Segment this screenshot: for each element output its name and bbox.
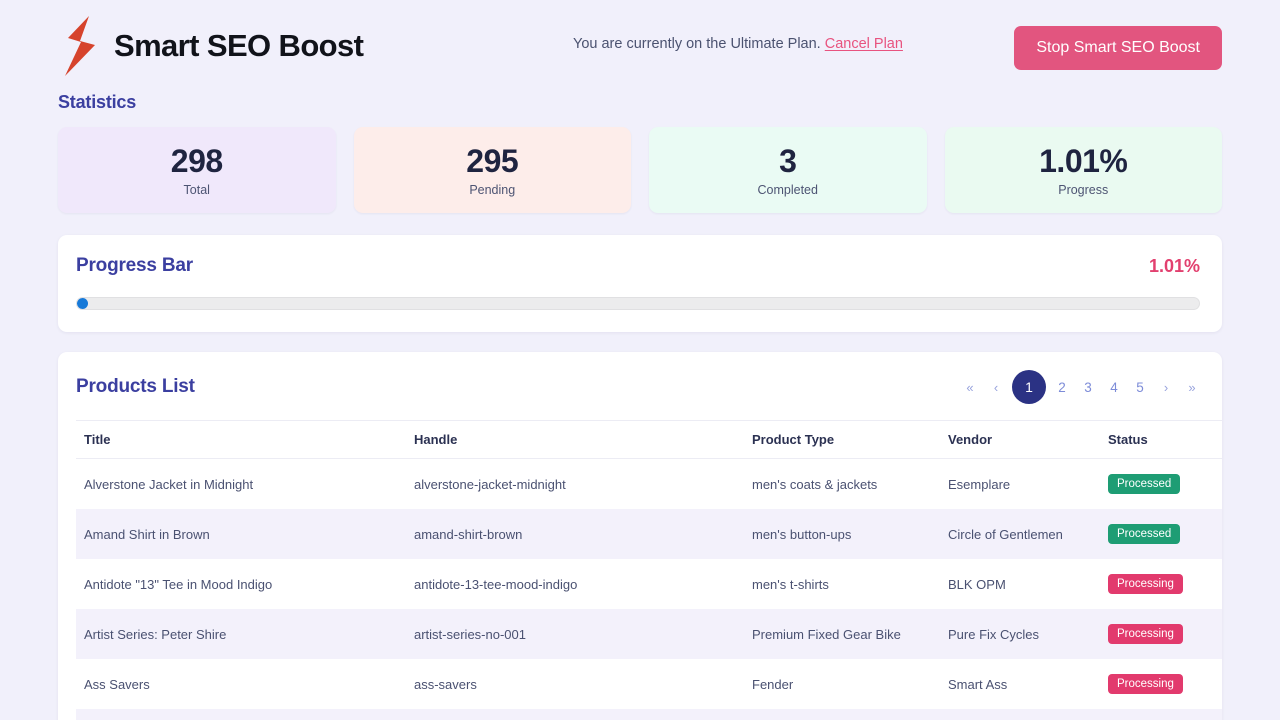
cell-product-type: Premium Fixed Gear Bike xyxy=(744,609,940,659)
column-header-product-type[interactable]: Product Type xyxy=(744,421,940,459)
pagination-first-button[interactable]: « xyxy=(960,377,980,397)
cell-vendor: Smart Ass xyxy=(940,659,1100,709)
status-badge: Processing xyxy=(1108,624,1183,644)
stat-value: 295 xyxy=(466,143,518,180)
statistics-section: Statistics 298 Total 295 Pending 3 Compl… xyxy=(58,92,1222,213)
products-table: Title Handle Product Type Vendor Status … xyxy=(76,420,1222,720)
cell-handle: atmos-helmet xyxy=(406,709,744,720)
brand: Smart SEO Boost xyxy=(58,15,363,77)
table-row[interactable]: Ass Saversass-saversFenderSmart Ass Proce… xyxy=(76,659,1222,709)
cell-status: Processing xyxy=(1100,559,1222,609)
cell-product-type: men's coats & jackets xyxy=(744,459,940,510)
table-row[interactable]: Atmos Helmetatmos-helmetHelmetGiroProces… xyxy=(76,709,1222,720)
cell-vendor: BLK OPM xyxy=(940,559,1100,609)
cell-handle: ass-savers xyxy=(406,659,744,709)
cell-handle: alverstone-jacket-midnight xyxy=(406,459,744,510)
table-row[interactable]: Artist Series: Peter Shireartist-series-… xyxy=(76,609,1222,659)
status-badge: Processing xyxy=(1108,674,1183,694)
plan-status-text: You are currently on the Ultimate Plan. xyxy=(573,36,821,52)
cell-title: Artist Series: Peter Shire xyxy=(76,609,406,659)
cancel-plan-link[interactable]: Cancel Plan xyxy=(825,36,903,52)
table-header-row: Title Handle Product Type Vendor Status xyxy=(76,421,1222,459)
products-header: Products List « ‹ 1 2 3 4 5 › » xyxy=(76,370,1204,420)
stat-value: 3 xyxy=(779,143,796,180)
stat-value: 298 xyxy=(171,143,223,180)
stat-label: Total xyxy=(184,183,210,197)
pagination-page-2[interactable]: 2 xyxy=(1052,377,1072,397)
progress-percent-label: 1.01% xyxy=(1149,256,1200,277)
progress-bar-card: Progress Bar 1.01% xyxy=(58,235,1222,332)
products-list-title: Products List xyxy=(76,376,195,398)
stat-label: Completed xyxy=(758,183,818,197)
stat-card-completed: 3 Completed xyxy=(649,127,927,213)
cell-status: Processing xyxy=(1100,659,1222,709)
table-row[interactable]: Alverstone Jacket in Midnightalverstone-… xyxy=(76,459,1222,510)
cell-product-type: Fender xyxy=(744,659,940,709)
app-header: Smart SEO Boost You are currently on the… xyxy=(58,0,1222,92)
cell-handle: artist-series-no-001 xyxy=(406,609,744,659)
table-row[interactable]: Amand Shirt in Brownamand-shirt-brownmen… xyxy=(76,509,1222,559)
column-header-status[interactable]: Status xyxy=(1100,421,1222,459)
pagination-page-4[interactable]: 4 xyxy=(1104,377,1124,397)
cell-handle: amand-shirt-brown xyxy=(406,509,744,559)
status-badge: Processing xyxy=(1108,574,1183,594)
cell-title: Alverstone Jacket in Midnight xyxy=(76,459,406,510)
app-page: Smart SEO Boost You are currently on the… xyxy=(0,0,1280,720)
pagination: « ‹ 1 2 3 4 5 › » xyxy=(960,370,1202,404)
products-list-card: Products List « ‹ 1 2 3 4 5 › » Title Ha… xyxy=(58,352,1222,720)
cell-status: Processed xyxy=(1100,509,1222,559)
plan-status-note: You are currently on the Ultimate Plan. … xyxy=(573,36,903,52)
pagination-next-button[interactable]: › xyxy=(1156,377,1176,397)
cell-status: Processing xyxy=(1100,609,1222,659)
cell-status: Processing xyxy=(1100,709,1222,720)
table-row[interactable]: Antidote "13" Tee in Mood Indigoantidote… xyxy=(76,559,1222,609)
pagination-page-3[interactable]: 3 xyxy=(1078,377,1098,397)
brand-title: Smart SEO Boost xyxy=(114,28,363,64)
pagination-last-button[interactable]: » xyxy=(1182,377,1202,397)
stat-card-pending: 295 Pending xyxy=(354,127,632,213)
column-header-title[interactable]: Title xyxy=(76,421,406,459)
stat-label: Pending xyxy=(469,183,515,197)
statistics-cards: 298 Total 295 Pending 3 Completed 1.01% … xyxy=(58,127,1222,213)
progress-fill xyxy=(77,298,88,309)
products-table-body: Alverstone Jacket in Midnightalverstone-… xyxy=(76,459,1222,720)
cell-title: Amand Shirt in Brown xyxy=(76,509,406,559)
pagination-page-5[interactable]: 5 xyxy=(1130,377,1150,397)
products-table-head: Title Handle Product Type Vendor Status xyxy=(76,421,1222,459)
cell-title: Ass Savers xyxy=(76,659,406,709)
status-badge: Processed xyxy=(1108,474,1180,494)
status-badge: Processed xyxy=(1108,524,1180,544)
stat-card-total: 298 Total xyxy=(58,127,336,213)
lightning-bolt-icon xyxy=(58,15,100,77)
progress-header: Progress Bar 1.01% xyxy=(76,255,1200,277)
progress-track xyxy=(76,297,1200,310)
stat-card-progress: 1.01% Progress xyxy=(945,127,1223,213)
cell-status: Processed xyxy=(1100,459,1222,510)
stat-label: Progress xyxy=(1058,183,1108,197)
progress-bar-title: Progress Bar xyxy=(76,255,193,277)
pagination-page-1[interactable]: 1 xyxy=(1012,370,1046,404)
pagination-prev-button[interactable]: ‹ xyxy=(986,377,1006,397)
cell-title: Antidote "13" Tee in Mood Indigo xyxy=(76,559,406,609)
stat-value: 1.01% xyxy=(1039,143,1127,180)
column-header-handle[interactable]: Handle xyxy=(406,421,744,459)
stop-smart-seo-boost-button[interactable]: Stop Smart SEO Boost xyxy=(1014,26,1222,70)
column-header-vendor[interactable]: Vendor xyxy=(940,421,1100,459)
cell-title: Atmos Helmet xyxy=(76,709,406,720)
cell-vendor: Pure Fix Cycles xyxy=(940,609,1100,659)
cell-product-type: Helmet xyxy=(744,709,940,720)
cell-product-type: men's button-ups xyxy=(744,509,940,559)
cell-handle: antidote-13-tee-mood-indigo xyxy=(406,559,744,609)
cell-product-type: men's t-shirts xyxy=(744,559,940,609)
cell-vendor: Giro xyxy=(940,709,1100,720)
cell-vendor: Circle of Gentlemen xyxy=(940,509,1100,559)
statistics-heading: Statistics xyxy=(58,92,1222,113)
cell-vendor: Esemplare xyxy=(940,459,1100,510)
